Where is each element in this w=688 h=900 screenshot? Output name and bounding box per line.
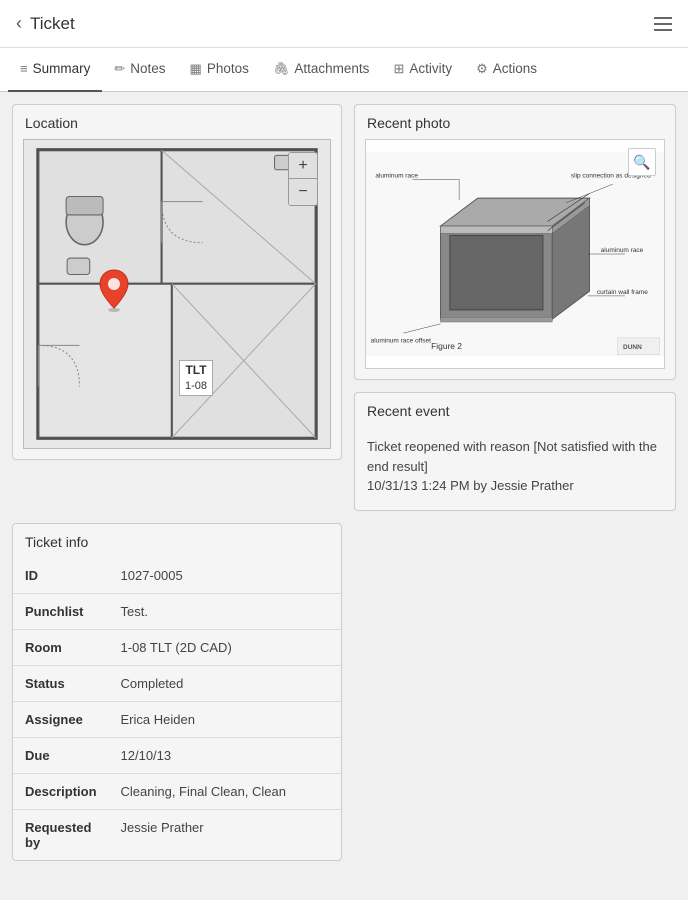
table-row: Punchlist Test. — [13, 593, 341, 629]
value-due: 12/10/13 — [109, 737, 341, 773]
ticket-info-card: Ticket info ID 1027-0005 Punchlist Test.… — [12, 523, 342, 861]
label-room: Room — [13, 629, 109, 665]
tab-actions[interactable]: ⚙ Actions — [464, 48, 549, 92]
table-row: Room 1-08 TLT (2D CAD) — [13, 629, 341, 665]
table-row: ID 1027-0005 — [13, 558, 341, 594]
value-description: Cleaning, Final Clean, Clean — [109, 773, 341, 809]
room-label: TLT 1-08 — [179, 360, 213, 396]
event-body: Ticket reopened with reason [Not satisfi… — [355, 427, 675, 510]
info-table: ID 1027-0005 Punchlist Test. Room 1-08 T… — [13, 558, 341, 860]
label-punchlist: Punchlist — [13, 593, 109, 629]
tab-summary-label: Summary — [33, 61, 91, 76]
svg-text:aluminum race: aluminum race — [375, 173, 418, 180]
room-number: 1-08 — [185, 379, 207, 393]
floor-plan-svg — [24, 140, 330, 448]
label-requested-by: Requested by — [13, 809, 109, 860]
value-requested-by: Jessie Prather — [109, 809, 341, 860]
actions-icon: ⚙ — [476, 61, 488, 77]
location-card: Location + − — [12, 104, 342, 460]
value-assignee[interactable]: Erica Heiden — [109, 701, 341, 737]
recent-photo-title: Recent photo — [355, 105, 675, 139]
photo-area: 🔍 — [365, 139, 665, 369]
photos-icon: ▦ — [190, 61, 202, 77]
zoom-out-button[interactable]: − — [289, 179, 317, 205]
back-icon[interactable]: ‹ — [16, 13, 22, 34]
main-content: Location + − — [0, 92, 688, 873]
room-name: TLT — [185, 363, 207, 379]
table-row: Due 12/10/13 — [13, 737, 341, 773]
header: ‹ Ticket — [0, 0, 688, 48]
right-column: Recent photo 🔍 — [354, 104, 676, 511]
svg-text:curtain wall frame: curtain wall frame — [597, 289, 648, 296]
zoom-photo-button[interactable]: 🔍 — [628, 148, 656, 176]
page-title: Ticket — [30, 14, 75, 34]
tab-photos[interactable]: ▦ Photos — [178, 48, 261, 92]
svg-text:aluminum race: aluminum race — [601, 247, 644, 254]
location-map[interactable]: + − — [23, 139, 331, 449]
table-row: Status Completed — [13, 665, 341, 701]
table-row: Description Cleaning, Final Clean, Clean — [13, 773, 341, 809]
tab-attachments[interactable]: 🖇 Attachments — [261, 48, 382, 92]
tab-notes-label: Notes — [130, 61, 165, 76]
tab-summary[interactable]: ≡ Summary — [8, 48, 102, 92]
label-description: Description — [13, 773, 109, 809]
technical-drawing: aluminum race slip connection as designe… — [366, 140, 664, 368]
top-row: Location + − — [12, 104, 676, 511]
tab-notes[interactable]: ✏ Notes — [102, 48, 177, 92]
tab-attachments-label: Attachments — [294, 61, 369, 76]
ticket-info-title: Ticket info — [13, 524, 341, 558]
tab-activity-label: Activity — [409, 61, 452, 76]
value-status: Completed — [109, 665, 341, 701]
event-timestamp: 10/31/13 1:24 PM by Jessie Prather — [367, 478, 574, 493]
map-controls: + − — [288, 152, 318, 206]
label-id: ID — [13, 558, 109, 594]
activity-icon: ⊞ — [393, 61, 404, 77]
tab-photos-label: Photos — [207, 61, 249, 76]
notes-icon: ✏ — [114, 61, 125, 77]
value-id: 1027-0005 — [109, 558, 341, 594]
attachments-icon: 🖇 — [273, 61, 290, 77]
zoom-in-button[interactable]: + — [289, 153, 317, 179]
value-room: 1-08 TLT (2D CAD) — [109, 629, 341, 665]
header-left: ‹ Ticket — [16, 13, 75, 34]
table-row: Requested by Jessie Prather — [13, 809, 341, 860]
recent-event-title: Recent event — [355, 393, 675, 427]
tab-actions-label: Actions — [493, 61, 537, 76]
recent-event-card: Recent event Ticket reopened with reason… — [354, 392, 676, 511]
label-due: Due — [13, 737, 109, 773]
event-text: Ticket reopened with reason [Not satisfi… — [367, 439, 657, 474]
table-row: Assignee Erica Heiden — [13, 701, 341, 737]
value-punchlist: Test. — [109, 593, 341, 629]
svg-text:DUNN: DUNN — [623, 344, 642, 351]
hamburger-icon[interactable] — [654, 17, 672, 31]
svg-text:aluminum race offset: aluminum race offset — [371, 337, 431, 344]
recent-photo-card: Recent photo 🔍 — [354, 104, 676, 380]
tab-activity[interactable]: ⊞ Activity — [381, 48, 464, 92]
tab-bar: ≡ Summary ✏ Notes ▦ Photos 🖇 Attachments… — [0, 48, 688, 92]
summary-icon: ≡ — [20, 61, 28, 76]
label-assignee: Assignee — [13, 701, 109, 737]
svg-text:Figure 2: Figure 2 — [431, 341, 462, 351]
location-pin — [98, 268, 130, 315]
label-status: Status — [13, 665, 109, 701]
location-title: Location — [13, 105, 341, 139]
